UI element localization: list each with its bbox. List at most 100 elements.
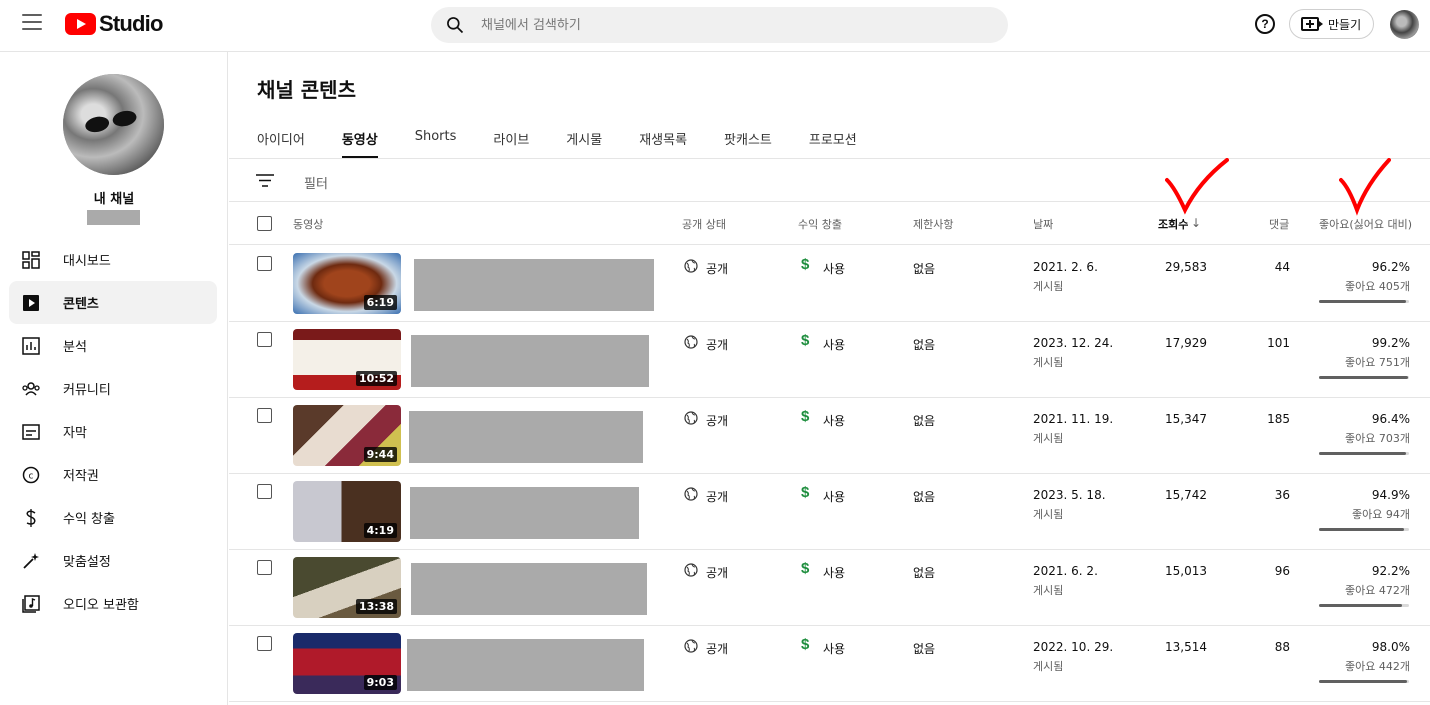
visibility-value[interactable]: 공개 <box>706 260 728 277</box>
globe-icon <box>684 335 698 349</box>
sidebar-item-copyright[interactable]: c 저작권 <box>9 453 217 496</box>
channel-avatar[interactable] <box>63 74 164 175</box>
column-views[interactable]: 조회수 <box>1158 216 1188 232</box>
video-thumbnail[interactable]: 4:19 <box>293 481 401 542</box>
visibility-value[interactable]: 공개 <box>706 488 728 505</box>
table-row[interactable]: 9:03 공개 $ 사용 없음 2022. 10. 29. 게시됨 13,514… <box>229 626 1430 702</box>
video-thumbnail[interactable]: 10:52 <box>293 329 401 390</box>
filter-input[interactable]: 필터 <box>304 173 328 192</box>
video-thumbnail[interactable]: 6:19 <box>293 253 401 314</box>
sort-down-icon[interactable]: ↓ <box>1191 216 1201 230</box>
row-checkbox[interactable] <box>257 408 272 423</box>
redacted-title <box>409 411 643 463</box>
monetization-value[interactable]: 사용 <box>823 336 845 353</box>
comments-value[interactable]: 96 <box>1275 564 1290 578</box>
sidebar-nav: 대시보드 콘텐츠 분석 커뮤니티 자막 c 저작권 수익 창출 맞춤설정 오디오… <box>9 238 217 625</box>
redacted-title <box>411 335 649 387</box>
globe-icon <box>684 259 698 273</box>
sidebar-item-audio-library[interactable]: 오디오 보관함 <box>9 582 217 625</box>
date-value: 2021. 6. 2. <box>1033 564 1098 578</box>
monetization-value[interactable]: 사용 <box>823 412 845 429</box>
dollar-icon: $ <box>801 484 810 501</box>
video-thumbnail[interactable]: 9:03 <box>293 633 401 694</box>
row-checkbox[interactable] <box>257 256 272 271</box>
select-all-checkbox[interactable] <box>257 216 272 231</box>
svg-text:c: c <box>29 471 34 481</box>
redacted-title <box>407 639 644 691</box>
monetization-value[interactable]: 사용 <box>823 260 845 277</box>
restrictions-value: 없음 <box>913 490 936 504</box>
redacted-title <box>411 563 647 615</box>
search-input[interactable] <box>481 17 961 33</box>
tab-shorts[interactable]: Shorts <box>415 118 457 159</box>
monetization-value[interactable]: 사용 <box>823 640 845 657</box>
menu-icon[interactable] <box>22 14 42 30</box>
column-video: 동영상 <box>293 218 324 231</box>
sidebar-item-content[interactable]: 콘텐츠 <box>9 281 217 324</box>
row-checkbox[interactable] <box>257 484 272 499</box>
like-count: 좋아요 751개 <box>1345 356 1410 369</box>
sidebar-item-analytics[interactable]: 분석 <box>9 324 217 367</box>
visibility-value[interactable]: 공개 <box>706 640 728 657</box>
filter-bar[interactable]: 필터 <box>229 159 1430 202</box>
like-percent: 94.9% <box>1371 488 1410 502</box>
date-value: 2023. 12. 24. <box>1033 336 1114 350</box>
row-checkbox[interactable] <box>257 560 272 575</box>
video-duration: 6:19 <box>363 295 397 310</box>
globe-icon <box>684 563 698 577</box>
sidebar-item-monetization[interactable]: 수익 창출 <box>9 496 217 539</box>
table-row[interactable]: 6:19 공개 $ 사용 없음 2021. 2. 6. 게시됨 29,583 4… <box>229 246 1430 322</box>
tab-live[interactable]: 라이브 <box>493 118 529 159</box>
account-avatar[interactable] <box>1390 10 1419 39</box>
sidebar-item-community[interactable]: 커뮤니티 <box>9 367 217 410</box>
views-value: 29,583 <box>1165 260 1207 274</box>
tab-videos[interactable]: 동영상 <box>341 118 378 159</box>
tab-posts[interactable]: 게시물 <box>566 118 602 159</box>
row-checkbox[interactable] <box>257 636 272 651</box>
like-percent: 96.4% <box>1371 412 1410 426</box>
monetization-value[interactable]: 사용 <box>823 488 845 505</box>
tab-playlists[interactable]: 재생목록 <box>639 118 687 159</box>
date-status: 게시됨 <box>1033 280 1064 293</box>
tab-podcasts[interactable]: 팟캐스트 <box>724 118 772 159</box>
like-percent: 99.2% <box>1371 336 1410 350</box>
tab-promotions[interactable]: 프로모션 <box>809 118 857 159</box>
table-row[interactable]: 4:19 공개 $ 사용 없음 2023. 5. 18. 게시됨 15,742 … <box>229 474 1430 550</box>
comments-value[interactable]: 101 <box>1267 336 1290 350</box>
comments-value[interactable]: 185 <box>1267 412 1290 426</box>
create-button-label: 만들기 <box>1328 17 1362 32</box>
tab-ideas[interactable]: 아이디어 <box>257 118 305 159</box>
like-percent: 96.2% <box>1371 260 1410 274</box>
comments-value[interactable]: 44 <box>1275 260 1290 274</box>
row-checkbox[interactable] <box>257 332 272 347</box>
table-row[interactable]: 9:44 공개 $ 사용 없음 2021. 11. 19. 게시됨 15,347… <box>229 398 1430 474</box>
comments-value[interactable]: 36 <box>1275 488 1290 502</box>
visibility-value[interactable]: 공개 <box>706 336 728 353</box>
monetization-value[interactable]: 사용 <box>823 564 845 581</box>
sidebar-item-customization[interactable]: 맞춤설정 <box>9 539 217 582</box>
video-thumbnail[interactable]: 9:44 <box>293 405 401 466</box>
table-row[interactable]: 13:38 공개 $ 사용 없음 2021. 6. 2. 게시됨 15,013 … <box>229 550 1430 626</box>
create-button[interactable]: 만들기 <box>1289 9 1374 39</box>
table-row[interactable]: 10:52 공개 $ 사용 없음 2023. 12. 24. 게시됨 17,92… <box>229 322 1430 398</box>
sidebar-item-dashboard[interactable]: 대시보드 <box>9 238 217 281</box>
column-restrictions: 제한사항 <box>913 218 954 231</box>
filter-icon[interactable] <box>256 174 274 187</box>
globe-icon <box>684 639 698 653</box>
visibility-value[interactable]: 공개 <box>706 564 728 581</box>
like-count: 좋아요 472개 <box>1345 584 1410 597</box>
channel-label: 내 채널 <box>93 192 135 207</box>
sidebar-item-subtitles[interactable]: 자막 <box>9 410 217 453</box>
sidebar-item-label: 대시보드 <box>63 254 111 269</box>
visibility-value[interactable]: 공개 <box>706 412 728 429</box>
help-icon[interactable]: ? <box>1255 14 1275 34</box>
comments-value[interactable]: 88 <box>1275 640 1290 654</box>
studio-logo[interactable]: Studio <box>65 11 163 37</box>
video-duration: 9:03 <box>363 675 397 690</box>
redacted-title <box>410 487 639 539</box>
video-duration: 9:44 <box>363 447 397 462</box>
video-thumbnail[interactable]: 13:38 <box>293 557 401 618</box>
search-bar[interactable] <box>431 7 1008 43</box>
page-title: 채널 콘텐츠 <box>257 78 356 102</box>
redacted-title <box>414 259 654 311</box>
